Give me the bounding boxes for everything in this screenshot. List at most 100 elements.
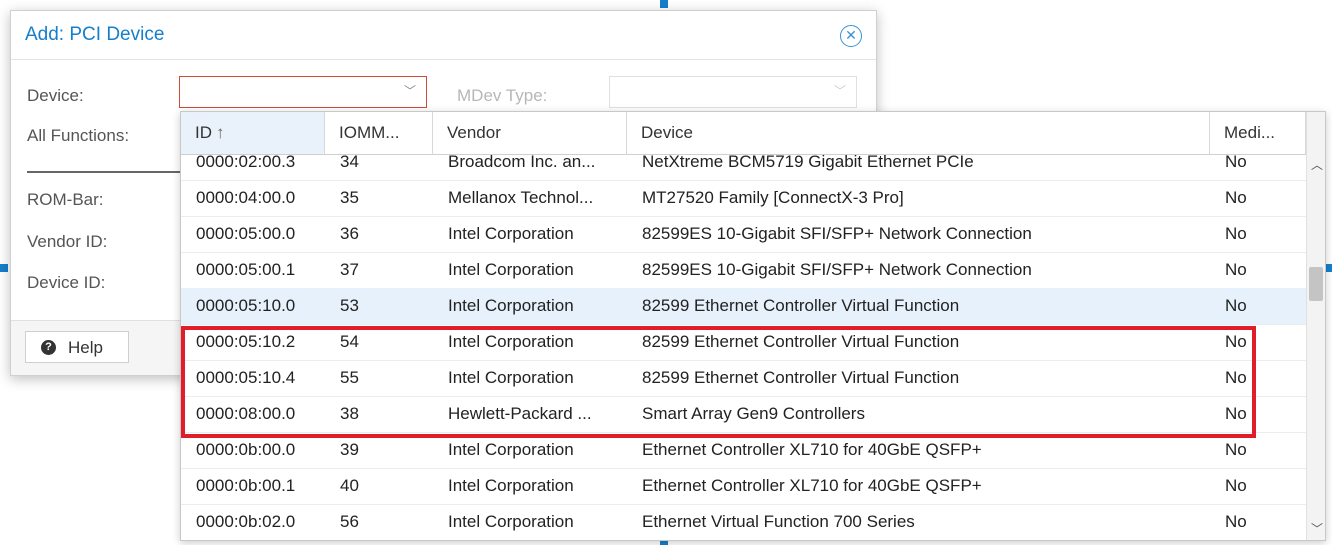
cell-mdev: No [1225,296,1247,315]
pci-device-picker-grid: ID ↑ IOMM... Vendor Device Medi... 0000:0… [180,111,1326,541]
cell-id: 0000:05:10.4 [196,368,296,387]
cell-mdev: No [1225,404,1247,423]
cell-vendor: Intel Corporation [448,440,574,459]
device-id-label: Device ID: [27,273,106,292]
grid-header: ID ↑ IOMM... Vendor Device Medi... [181,112,1306,155]
cell-id: 0000:04:00.0 [196,188,296,207]
mdev-type-combobox[interactable]: ﹀ [609,76,857,108]
cell-iommu: 40 [340,476,359,495]
resize-handle[interactable] [660,0,668,8]
sort-ascending-icon: ↑ [216,123,225,142]
cell-vendor: Intel Corporation [448,224,574,243]
cell-device: 82599ES 10-Gigabit SFI/SFP+ Network Conn… [642,224,1032,243]
dialog-header: Add: PCI Device ✕ [11,11,876,60]
table-row[interactable]: 0000:04:00.0 35 Mellanox Technol... MT27… [181,180,1306,217]
chevron-down-icon[interactable]: ﹀ [834,82,846,99]
table-row[interactable]: 0000:02:00.3 34 Broadcom Inc. an... NetX… [181,154,1306,181]
cell-id: 0000:05:10.2 [196,332,296,351]
cell-vendor: Intel Corporation [448,368,574,387]
cell-device: 82599 Ethernet Controller Virtual Functi… [642,332,960,351]
chevron-up-icon[interactable]: ︿ [1311,156,1323,173]
scrollbar-thumb[interactable] [1309,267,1323,301]
resize-handle[interactable] [0,264,8,272]
cell-mdev: No [1225,332,1247,351]
cell-iommu: 37 [340,260,359,279]
cell-iommu: 54 [340,332,359,351]
column-header-device[interactable]: Device [627,112,1210,154]
device-combobox[interactable]: ﹀ [179,76,427,108]
dialog-title: Add: PCI Device [25,24,165,45]
cell-id: 0000:05:10.0 [196,296,296,315]
cell-id: 0000:0b:02.0 [196,512,296,531]
cell-vendor: Intel Corporation [448,260,574,279]
cell-device: 82599 Ethernet Controller Virtual Functi… [642,296,960,315]
table-row[interactable]: 0000:08:00.0 38 Hewlett-Packard ... Smar… [181,396,1306,433]
all-functions-label: All Functions: [27,126,130,145]
chevron-down-icon[interactable]: ﹀ [404,82,416,99]
cell-vendor: Intel Corporation [448,332,574,351]
column-header-mediated[interactable]: Medi... [1210,112,1306,154]
cell-device: Ethernet Controller XL710 for 40GbE QSFP… [642,476,982,495]
help-button[interactable]: ? Help [25,331,129,363]
cell-iommu: 35 [340,188,359,207]
cell-id: 0000:0b:00.0 [196,440,296,459]
cell-device: Ethernet Controller XL710 for 40GbE QSFP… [642,440,982,459]
cell-device: Smart Array Gen9 Controllers [642,404,865,423]
cell-iommu: 55 [340,368,359,387]
cell-vendor: Broadcom Inc. an... [448,154,596,171]
cell-mdev: No [1225,440,1247,459]
cell-mdev: No [1225,512,1247,531]
table-row[interactable]: 0000:0b:02.0 56 Intel Corporation Ethern… [181,504,1306,540]
table-row[interactable]: 0000:0b:00.1 40 Intel Corporation Ethern… [181,468,1306,505]
rom-bar-label: ROM-Bar: [27,190,104,209]
mdev-type-label: MDev Type: [457,86,548,105]
cell-iommu: 34 [340,154,359,171]
cell-vendor: Intel Corporation [448,512,574,531]
cell-iommu: 38 [340,404,359,423]
cell-device: Ethernet Virtual Function 700 Series [642,512,915,531]
table-row[interactable]: 0000:05:00.1 37 Intel Corporation 82599E… [181,252,1306,289]
cell-mdev: No [1225,368,1247,387]
cell-device: NetXtreme BCM5719 Gigabit Ethernet PCIe [642,154,974,171]
cell-iommu: 39 [340,440,359,459]
cell-id: 0000:0b:00.1 [196,476,296,495]
cell-mdev: No [1225,260,1247,279]
cell-mdev: No [1225,188,1247,207]
cell-device: 82599ES 10-Gigabit SFI/SFP+ Network Conn… [642,260,1032,279]
grid-rows: 0000:02:00.3 34 Broadcom Inc. an... NetX… [181,154,1306,540]
close-icon[interactable]: ✕ [840,25,862,47]
vendor-id-label: Vendor ID: [27,232,108,251]
cell-iommu: 36 [340,224,359,243]
help-button-label: Help [68,338,103,357]
cell-id: 0000:02:00.3 [196,154,296,171]
cell-iommu: 56 [340,512,359,531]
cell-id: 0000:08:00.0 [196,404,296,423]
cell-vendor: Intel Corporation [448,296,574,315]
cell-id: 0000:05:00.1 [196,260,296,279]
chevron-down-icon[interactable]: ﹀ [1311,520,1323,537]
device-label: Device: [27,86,84,105]
cell-iommu: 53 [340,296,359,315]
column-header-iommu[interactable]: IOMM... [325,112,433,154]
column-header-label: Medi... [1224,123,1276,142]
cell-mdev: No [1225,154,1247,171]
column-header-label: IOMM... [339,123,400,142]
cell-id: 0000:05:00.0 [196,224,296,243]
cell-device: 82599 Ethernet Controller Virtual Functi… [642,368,960,387]
cell-mdev: No [1225,224,1247,243]
table-row[interactable]: 0000:05:00.0 36 Intel Corporation 82599E… [181,216,1306,253]
column-header-label: ID [195,123,212,142]
cell-vendor: Intel Corporation [448,476,574,495]
column-header-label: Device [641,123,693,142]
column-header-vendor[interactable]: Vendor [433,112,627,154]
column-header-id[interactable]: ID ↑ [181,112,325,154]
cell-mdev: No [1225,476,1247,495]
table-row[interactable]: 0000:0b:00.0 39 Intel Corporation Ethern… [181,432,1306,469]
vertical-scrollbar[interactable]: ︿ ﹀ [1306,112,1325,540]
cell-vendor: Mellanox Technol... [448,188,594,207]
table-row-selected[interactable]: 0000:05:10.0 53 Intel Corporation 82599 … [181,288,1306,325]
column-header-label: Vendor [447,123,501,142]
table-row[interactable]: 0000:05:10.4 55 Intel Corporation 82599 … [181,360,1306,397]
advanced-separator [27,171,187,173]
table-row[interactable]: 0000:05:10.2 54 Intel Corporation 82599 … [181,324,1306,361]
